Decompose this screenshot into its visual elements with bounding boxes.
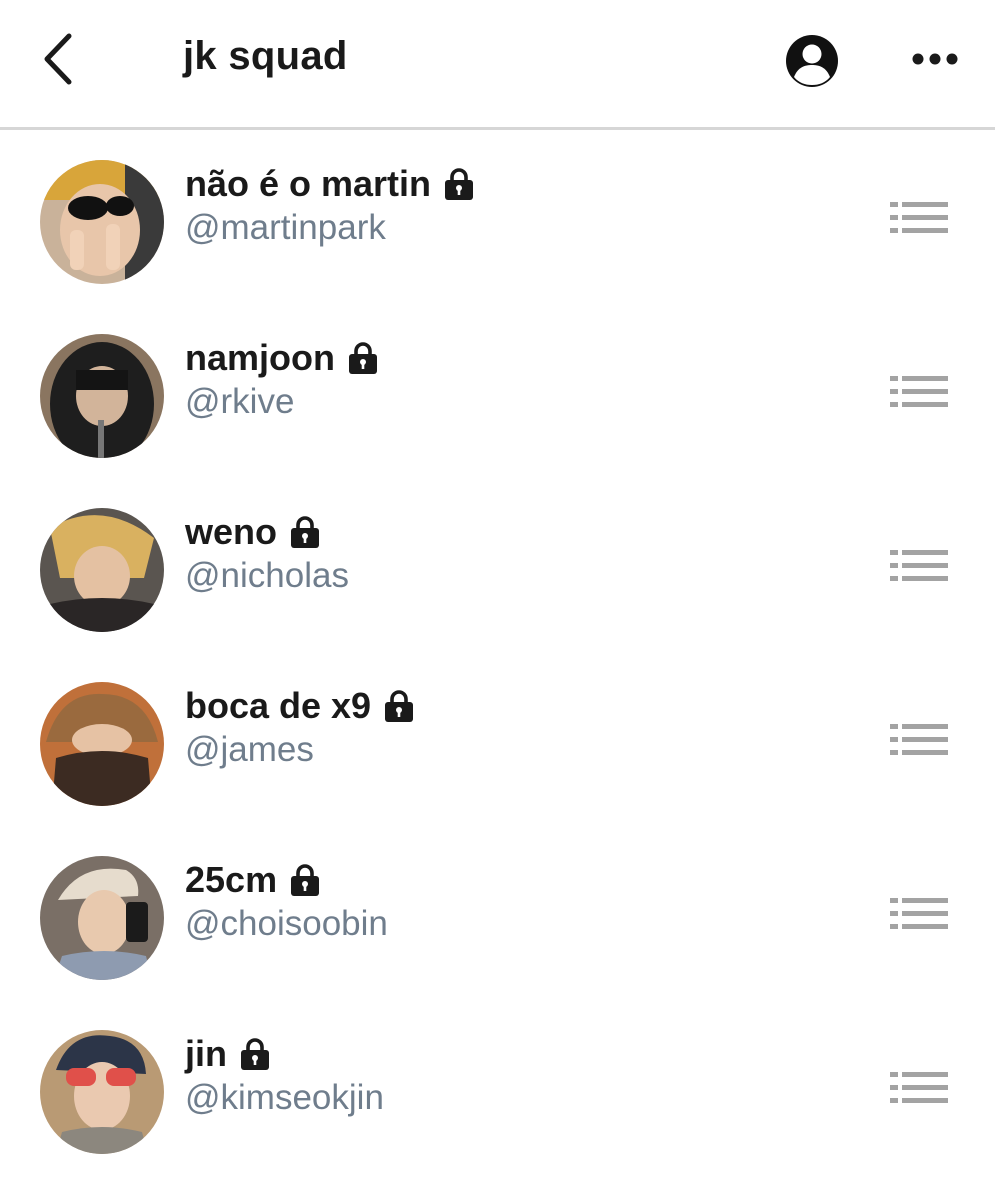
member-name-line: não é o martin [185,163,477,205]
back-button[interactable] [30,28,86,90]
list-icon[interactable] [888,720,950,760]
member-name: jin [185,1033,227,1074]
list-item[interactable]: jin @kimseokjin [0,1003,995,1177]
member-name-line: namjoon [185,337,381,379]
avatar [40,856,164,980]
member-handle: @kimseokjin [185,1078,384,1117]
lock-icon [385,690,414,722]
member-handle: @james [185,730,314,769]
list-item[interactable]: boca de x9 @james [0,655,995,829]
member-name-line: boca de x9 [185,685,417,727]
member-name-line: jin [185,1033,273,1075]
lock-icon [241,1038,269,1070]
list-icon[interactable] [888,1068,950,1108]
member-handle: @martinpark [185,208,386,247]
member-handle: @rkive [185,382,295,421]
list-icon[interactable] [888,894,950,934]
member-handle: @nicholas [185,556,349,595]
list-item[interactable]: weno @nicholas [0,481,995,655]
member-name-line: 25cm [185,859,323,901]
lock-icon [349,342,377,374]
profile-button[interactable] [784,33,840,89]
lock-icon [445,168,474,200]
avatar [40,508,164,632]
member-name: boca de x9 [185,685,372,726]
lock-icon [291,516,320,548]
member-name-line: weno [185,511,323,553]
user-circle-icon [786,35,838,87]
avatar [40,334,164,458]
lock-icon [291,864,320,896]
chevron-left-icon [44,33,72,85]
member-name: weno [185,511,278,552]
top-bar: jk squad [0,0,995,130]
member-name: 25cm [185,859,278,900]
avatar [40,160,164,284]
list-item[interactable]: 25cm @choisoobin [0,829,995,1003]
more-options-button[interactable] [908,42,962,76]
page-title: jk squad [183,34,348,78]
member-handle: @choisoobin [185,904,388,943]
member-name: namjoon [185,337,335,378]
list-icon[interactable] [888,198,950,238]
member-name: não é o martin [185,163,432,204]
list-icon[interactable] [888,546,950,586]
list-item[interactable]: não é o martin @martinpark [0,133,995,307]
avatar [40,682,164,806]
avatar [40,1030,164,1154]
more-horizontal-icon [912,53,958,65]
list-icon[interactable] [888,372,950,412]
list-item[interactable]: namjoon @rkive [0,307,995,481]
